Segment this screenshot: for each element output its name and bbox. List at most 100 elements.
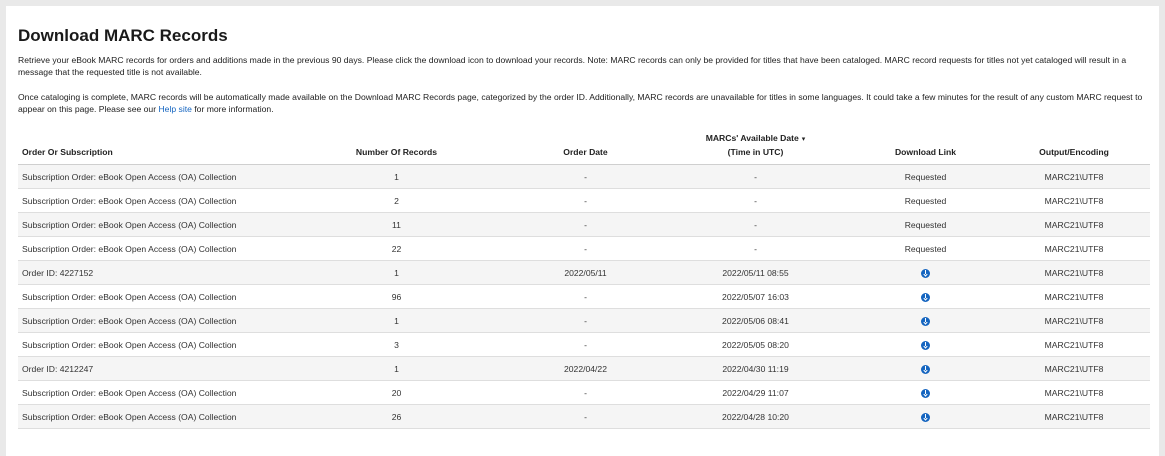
cell-order-date: -: [513, 380, 658, 405]
cell-download: [853, 308, 998, 333]
column-header-available-date[interactable]: MARCs' Available Date ▾ (Time in UTC): [658, 132, 853, 165]
cell-download: Requested: [853, 164, 998, 189]
available-date-label: MARCs' Available Date: [705, 133, 799, 143]
cell-encoding: MARC21\UTF8: [998, 332, 1150, 357]
cell-available-date: 2022/05/06 08:41: [658, 308, 853, 333]
marc-records-table: Order Or Subscription Number Of Records …: [18, 132, 1150, 429]
cell-available-date: -: [658, 188, 853, 213]
cell-order: Subscription Order: eBook Open Access (O…: [18, 164, 280, 189]
column-header-records[interactable]: Number Of Records: [280, 132, 513, 165]
cell-records: 1: [280, 356, 513, 381]
cell-download: Requested: [853, 188, 998, 213]
cell-encoding: MARC21\UTF8: [998, 212, 1150, 237]
table-row: Subscription Order: eBook Open Access (O…: [18, 236, 1150, 261]
table-row: Subscription Order: eBook Open Access (O…: [18, 332, 1150, 357]
cell-order-date: 2022/04/22: [513, 356, 658, 381]
main-content: Download MARC Records Retrieve your eBoo…: [6, 6, 1159, 429]
intro-paragraph-2: Once cataloging is complete, MARC record…: [18, 91, 1147, 115]
download-icon[interactable]: [921, 316, 930, 326]
cell-download: [853, 356, 998, 381]
cell-encoding: MARC21\UTF8: [998, 356, 1150, 381]
cell-order: Subscription Order: eBook Open Access (O…: [18, 404, 280, 429]
cell-encoding: MARC21\UTF8: [998, 260, 1150, 285]
download-icon[interactable]: [921, 268, 930, 278]
cell-order-date: -: [513, 332, 658, 357]
cell-encoding: MARC21\UTF8: [998, 308, 1150, 333]
cell-download: [853, 260, 998, 285]
page-frame: Download MARC Records Retrieve your eBoo…: [6, 6, 1159, 456]
cell-encoding: MARC21\UTF8: [998, 404, 1150, 429]
cell-records: 1: [280, 164, 513, 189]
cell-records: 11: [280, 212, 513, 237]
cell-download: [853, 332, 998, 357]
cell-available-date: 2022/05/07 16:03: [658, 284, 853, 309]
cell-order-date: -: [513, 164, 658, 189]
table-row: Order ID: 4227152 1 2022/05/11 2022/05/11 0…: [18, 260, 1150, 285]
cell-download: Requested: [853, 236, 998, 261]
cell-records: 20: [280, 380, 513, 405]
column-header-order[interactable]: Order Or Subscription: [18, 132, 280, 165]
cell-order-date: -: [513, 404, 658, 429]
cell-order: Subscription Order: eBook Open Access (O…: [18, 380, 280, 405]
download-icon[interactable]: [921, 364, 930, 374]
cell-order-date: -: [513, 236, 658, 261]
download-icon[interactable]: [921, 292, 930, 302]
help-site-link[interactable]: Help site: [158, 104, 191, 114]
cell-order: Subscription Order: eBook Open Access (O…: [18, 332, 280, 357]
table-row: Subscription Order: eBook Open Access (O…: [18, 164, 1150, 189]
cell-order-date: -: [513, 188, 658, 213]
cell-order: Subscription Order: eBook Open Access (O…: [18, 308, 280, 333]
cell-download: [853, 380, 998, 405]
column-header-order-date[interactable]: Order Date: [513, 132, 658, 165]
cell-order-date: 2022/05/11: [513, 260, 658, 285]
cell-records: 3: [280, 332, 513, 357]
cell-available-date: 2022/05/05 08:20: [658, 332, 853, 357]
cell-records: 1: [280, 308, 513, 333]
download-icon[interactable]: [921, 412, 930, 422]
cell-encoding: MARC21\UTF8: [998, 236, 1150, 261]
cell-order: Subscription Order: eBook Open Access (O…: [18, 188, 280, 213]
cell-order-date: -: [513, 212, 658, 237]
download-icon[interactable]: [921, 388, 930, 398]
table-row: Subscription Order: eBook Open Access (O…: [18, 188, 1150, 213]
table-row: Order ID: 4212247 1 2022/04/22 2022/04/30 1…: [18, 356, 1150, 381]
cell-order: Subscription Order: eBook Open Access (O…: [18, 284, 280, 309]
cell-records: 2: [280, 188, 513, 213]
cell-order: Order ID: 4227152: [18, 260, 280, 285]
cell-order: Subscription Order: eBook Open Access (O…: [18, 236, 280, 261]
table-row: Subscription Order: eBook Open Access (O…: [18, 284, 1150, 309]
cell-order-date: -: [513, 308, 658, 333]
cell-available-date: -: [658, 164, 853, 189]
table-header-row: Order Or Subscription Number Of Records …: [18, 132, 1150, 165]
intro-text-end: for more information.: [191, 104, 274, 114]
cell-available-date: 2022/05/11 08:55: [658, 260, 853, 285]
cell-encoding: MARC21\UTF8: [998, 164, 1150, 189]
intro-paragraph: Retrieve your eBook MARC records for ord…: [18, 55, 1127, 77]
cell-records: 22: [280, 236, 513, 261]
table-row: Subscription Order: eBook Open Access (O…: [18, 404, 1150, 429]
cell-download: Requested: [853, 212, 998, 237]
cell-records: 26: [280, 404, 513, 429]
cell-available-date: 2022/04/28 10:20: [658, 404, 853, 429]
cell-available-date: -: [658, 212, 853, 237]
cell-order-date: -: [513, 284, 658, 309]
download-icon[interactable]: [921, 340, 930, 350]
cell-records: 96: [280, 284, 513, 309]
table-row: Subscription Order: eBook Open Access (O…: [18, 308, 1150, 333]
table-row: Subscription Order: eBook Open Access (O…: [18, 380, 1150, 405]
page-title: Download MARC Records: [18, 26, 228, 45]
table-body: Subscription Order: eBook Open Access (O…: [18, 164, 1150, 429]
column-header-encoding[interactable]: Output/Encoding: [998, 132, 1150, 165]
cell-available-date: -: [658, 236, 853, 261]
table-row: Subscription Order: eBook Open Access (O…: [18, 212, 1150, 237]
cell-encoding: MARC21\UTF8: [998, 284, 1150, 309]
cell-download: [853, 404, 998, 429]
cell-download: [853, 284, 998, 309]
cell-encoding: MARC21\UTF8: [998, 380, 1150, 405]
cell-order: Order ID: 4212247: [18, 356, 280, 381]
column-header-download[interactable]: Download Link: [853, 132, 998, 165]
sort-desc-icon[interactable]: ▾: [802, 136, 806, 143]
available-date-sublabel: (Time in UTC): [727, 147, 784, 157]
cell-available-date: 2022/04/29 11:07: [658, 380, 853, 405]
cell-available-date: 2022/04/30 11:19: [658, 356, 853, 381]
